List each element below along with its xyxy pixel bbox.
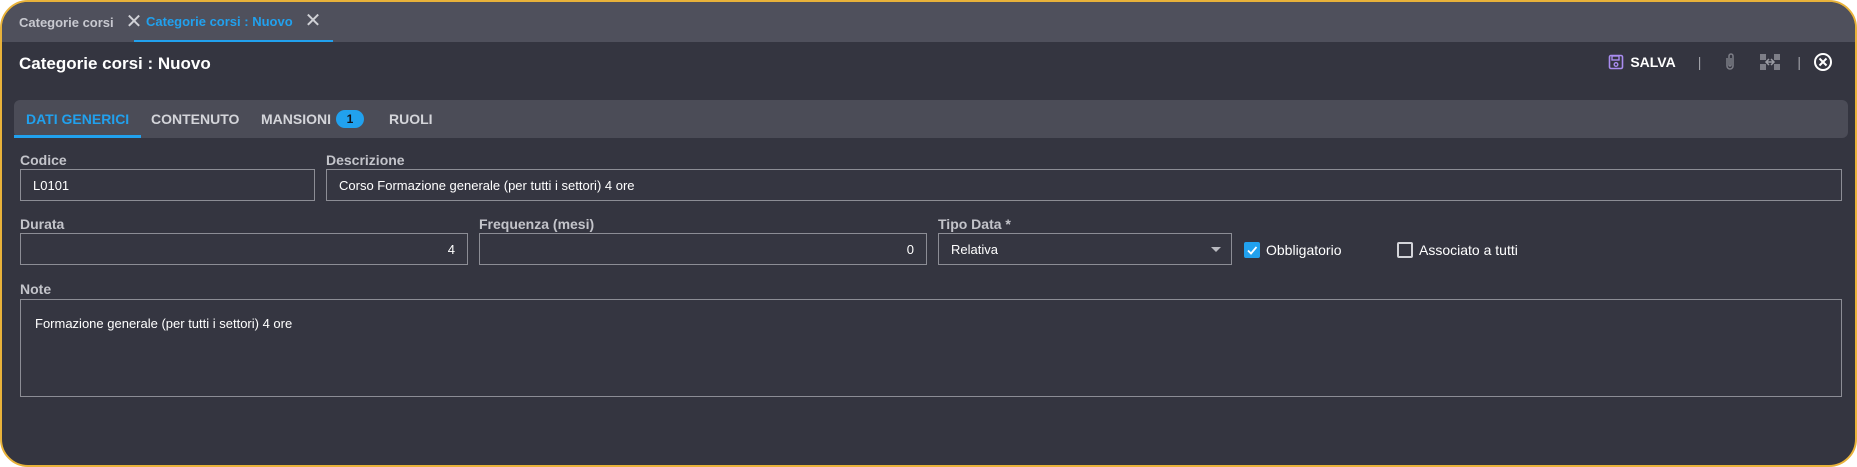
tipo-data-select[interactable]: Relativa: [938, 233, 1232, 265]
durata-value: 4: [447, 241, 455, 257]
descrizione-label: Descrizione: [326, 152, 405, 168]
save-button[interactable]: SALVA: [1608, 54, 1676, 70]
tab-dati-generici[interactable]: DATI GENERICI: [14, 100, 142, 138]
paperclip-icon[interactable]: [1723, 52, 1737, 72]
associato-checkbox[interactable]: [1397, 242, 1413, 258]
note-textarea[interactable]: Formazione generale (per tutti i settori…: [20, 299, 1842, 397]
obbligatorio-checkbox-row[interactable]: Obbligatorio: [1244, 242, 1342, 258]
window-tab-categorie-corsi-nuovo[interactable]: Categorie corsi : Nuovo ✕: [134, 2, 334, 42]
window-tab-label: Categorie corsi : Nuovo: [146, 13, 293, 29]
save-icon: [1609, 54, 1624, 70]
chevron-down-icon: [1211, 247, 1221, 252]
tab-label: MANSIONI: [261, 111, 331, 127]
form-tab-bar: DATI GENERICI CONTENUTO MANSIONI 1 RUOLI: [14, 100, 1848, 138]
window-tab-bar: Categorie corsi ✕ Categorie corsi : Nuov…: [2, 2, 1855, 42]
tab-contenuto[interactable]: CONTENUTO: [151, 100, 239, 138]
window-frame: Categorie corsi ✕ Categorie corsi : Nuov…: [0, 0, 1857, 467]
durata-input[interactable]: 4: [20, 233, 468, 265]
descrizione-value: Corso Formazione generale (per tutti i s…: [339, 177, 635, 193]
page-title: Categorie corsi : Nuovo: [19, 54, 211, 73]
separator: |: [1697, 54, 1702, 70]
window-tab-label: Categorie corsi: [19, 14, 114, 30]
tipo-data-label: Tipo Data *: [938, 216, 1011, 232]
durata-label: Durata: [20, 216, 65, 232]
frequenza-input[interactable]: 0: [479, 233, 927, 265]
separator: |: [1797, 54, 1801, 70]
obbligatorio-label: Obbligatorio: [1266, 242, 1342, 258]
close-circle-icon[interactable]: [1813, 52, 1833, 72]
window-tab-categorie-corsi[interactable]: Categorie corsi ✕: [19, 2, 142, 42]
note-label: Note: [20, 281, 52, 297]
save-label: SALVA: [1630, 54, 1676, 70]
link-records-icon[interactable]: [1759, 53, 1781, 71]
note-value: Formazione generale (per tutti i settori…: [35, 316, 293, 331]
checkmark-icon: [1247, 246, 1258, 255]
count-badge: 1: [336, 110, 364, 128]
associato-checkbox-row[interactable]: Associato a tutti: [1397, 242, 1518, 258]
tipo-data-value: Relativa: [951, 241, 998, 257]
tab-label: DATI GENERICI: [26, 111, 130, 127]
tab-label: RUOLI: [389, 111, 433, 127]
tab-label: CONTENUTO: [151, 111, 240, 127]
header-actions: SALVA | |: [1608, 52, 1833, 72]
tab-ruoli[interactable]: RUOLI: [389, 100, 433, 138]
codice-value: L0101: [33, 177, 70, 193]
frequenza-value: 0: [906, 241, 914, 257]
associato-label: Associato a tutti: [1419, 242, 1518, 258]
obbligatorio-checkbox[interactable]: [1244, 242, 1260, 258]
active-tab-indicator: [14, 135, 142, 138]
frequenza-label: Frequenza (mesi): [479, 216, 595, 232]
codice-input[interactable]: L0101: [20, 169, 315, 201]
close-icon[interactable]: ✕: [305, 11, 322, 31]
codice-label: Codice: [20, 152, 67, 168]
descrizione-input[interactable]: Corso Formazione generale (per tutti i s…: [326, 169, 1842, 201]
tab-mansioni[interactable]: MANSIONI 1: [261, 100, 364, 138]
